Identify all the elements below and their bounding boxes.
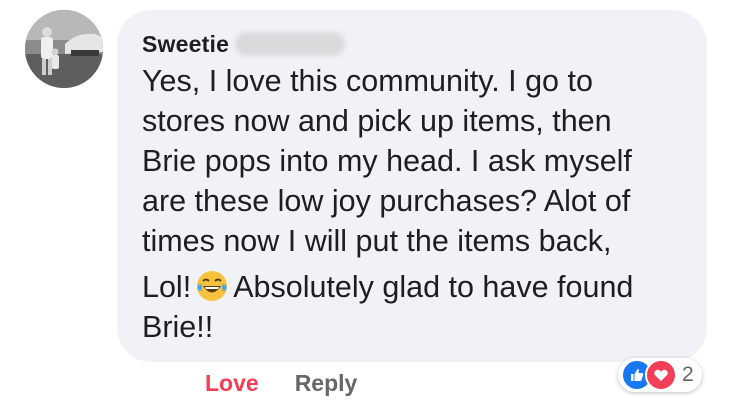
heart-icon xyxy=(645,359,677,391)
laughing-tears-emoji-icon xyxy=(195,269,229,303)
avatar[interactable] xyxy=(25,10,103,88)
redacted-surname xyxy=(235,32,346,56)
comment-line: Yes, I love this community. I go to xyxy=(142,64,593,98)
comment-line: Brie pops into my head. I ask myself xyxy=(142,144,632,178)
avatar-photo xyxy=(25,10,103,88)
absolutely-text: Absolutely glad to have found xyxy=(233,270,634,304)
reply-button[interactable]: Reply xyxy=(295,370,358,397)
comment-text: Yes, I love this community. I go to stor… xyxy=(142,61,702,347)
reaction-count: 2 xyxy=(682,363,694,386)
lol-text: Lol! xyxy=(142,270,192,304)
comment-line: Lol! Absolutely glad to have found xyxy=(142,267,702,307)
comment-actions: Love Reply xyxy=(205,370,357,397)
comment-bubble: Sweetie Yes, I love this community. I go… xyxy=(117,10,707,362)
reaction-summary[interactable]: 2 xyxy=(618,358,702,392)
author-row: Sweetie xyxy=(142,28,346,60)
comment-line: stores now and pick up items, then xyxy=(142,104,612,138)
author-name[interactable]: Sweetie xyxy=(142,31,229,58)
comment-line: times now I will put the items back, xyxy=(142,224,612,258)
comment-line: Brie!! xyxy=(142,310,214,344)
comment-line: are these low joy purchases? Alot of xyxy=(142,184,631,218)
love-button[interactable]: Love xyxy=(205,370,259,397)
